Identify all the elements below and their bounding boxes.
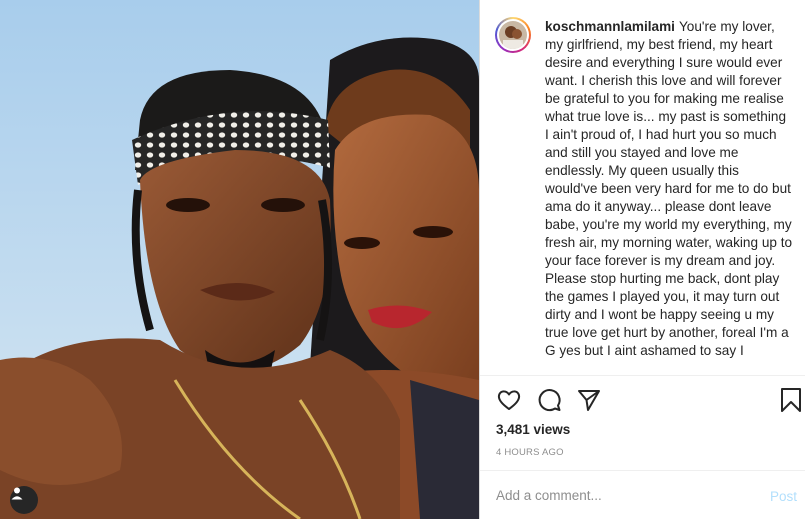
divider bbox=[480, 375, 805, 376]
like-button[interactable] bbox=[495, 386, 523, 414]
comment-button[interactable] bbox=[535, 386, 563, 414]
comment-input[interactable] bbox=[496, 488, 746, 503]
post-timestamp[interactable]: 4 HOURS AGO bbox=[496, 447, 564, 458]
action-bar bbox=[480, 386, 805, 414]
post-details-panel: koschmannlamilami You're my lover, my gir… bbox=[479, 0, 805, 519]
save-button[interactable] bbox=[777, 386, 805, 414]
instagram-post: koschmannlamilami You're my lover, my gir… bbox=[0, 0, 805, 519]
photo-selfie-couple bbox=[0, 0, 479, 519]
post-caption: koschmannlamilami You're my lover, my gir… bbox=[545, 18, 793, 360]
caption-text: You're my lover, my girlfriend, my best … bbox=[545, 19, 793, 358]
divider bbox=[480, 470, 805, 471]
views-count[interactable]: 3,481 views bbox=[496, 422, 570, 437]
avatar[interactable] bbox=[495, 17, 531, 53]
bookmark-icon bbox=[777, 388, 805, 418]
share-button[interactable] bbox=[575, 386, 603, 414]
caption-username[interactable]: koschmannlamilami bbox=[545, 19, 675, 34]
caption-scroll-area[interactable]: koschmannlamilami You're my lover, my gir… bbox=[480, 0, 805, 375]
comment-icon bbox=[535, 389, 563, 418]
post-photo[interactable] bbox=[0, 0, 479, 519]
avatar-image bbox=[499, 21, 527, 49]
user-tag-button[interactable] bbox=[10, 486, 38, 514]
share-icon bbox=[575, 390, 603, 418]
heart-icon bbox=[495, 390, 523, 418]
post-comment-button[interactable]: Post bbox=[770, 489, 797, 504]
